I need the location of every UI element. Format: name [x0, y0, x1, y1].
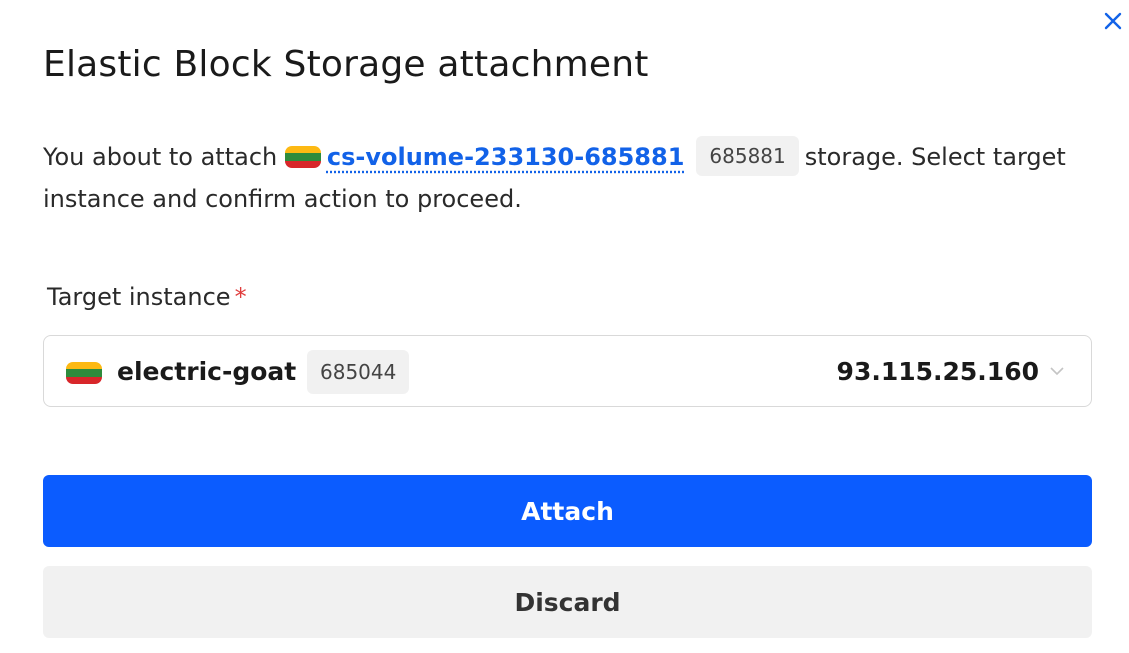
- attach-storage-dialog: Elastic Block Storage attachment You abo…: [0, 0, 1129, 653]
- discard-button[interactable]: Discard: [43, 566, 1092, 638]
- instance-ip: 93.115.25.160: [836, 357, 1039, 386]
- instance-id-badge: 685044: [307, 350, 410, 394]
- close-button[interactable]: [1100, 8, 1126, 34]
- volume-id-badge: 685881: [696, 136, 799, 176]
- attach-button[interactable]: Attach: [43, 475, 1092, 547]
- dialog-title: Elastic Block Storage attachment: [43, 44, 649, 85]
- target-instance-label: Target instance *: [47, 283, 247, 311]
- target-instance-select[interactable]: electric-goat 685044 93.115.25.160: [43, 335, 1092, 407]
- volume-link[interactable]: cs-volume-233130-685881: [327, 143, 685, 171]
- instance-name: electric-goat: [117, 357, 297, 386]
- chevron-down-icon: [1050, 367, 1064, 376]
- lithuania-flag-icon: [284, 146, 321, 168]
- dialog-description: You about to attach cs-volume-233130-685…: [43, 136, 1083, 220]
- description-prefix: You about to attach: [43, 143, 278, 171]
- lithuania-flag-icon: [66, 362, 102, 384]
- required-mark: *: [234, 283, 247, 311]
- close-icon: [1104, 12, 1122, 30]
